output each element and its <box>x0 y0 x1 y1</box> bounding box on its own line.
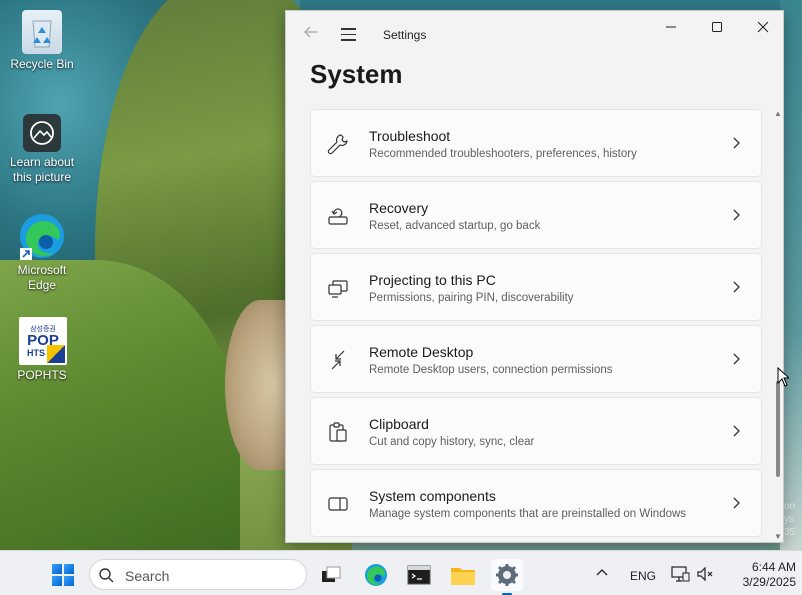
minimize-button[interactable] <box>648 11 694 43</box>
taskbar-file-explorer-button[interactable] <box>447 559 479 591</box>
settings-list: Troubleshoot Recommended troubleshooters… <box>310 109 762 541</box>
chevron-right-icon <box>731 208 741 222</box>
watermark-line: on <box>784 501 796 512</box>
desktop-icon-label: Recycle Bin <box>10 57 74 71</box>
watermark-line: ys <box>784 514 794 525</box>
settings-item-title: Recovery <box>369 200 429 216</box>
volume-muted-icon[interactable] <box>696 565 714 583</box>
edge-icon <box>18 212 66 260</box>
clipboard-icon <box>327 421 349 443</box>
recycle-bin-icon <box>22 10 62 54</box>
remote-desktop-icon <box>327 349 349 371</box>
window-title: Settings <box>383 28 427 42</box>
desktop-icon-recycle-bin[interactable]: Recycle Bin <box>0 10 84 72</box>
pophts-logo-icon: 삼성증권 POP HTS <box>19 317 67 365</box>
settings-item-subtitle: Reset, advanced startup, go back <box>369 220 541 232</box>
chevron-right-icon <box>731 352 741 366</box>
projecting-icon <box>327 277 349 299</box>
settings-item-recovery[interactable]: Recovery Reset, advanced startup, go bac… <box>310 181 762 249</box>
settings-item-title: Troubleshoot <box>369 128 451 144</box>
settings-item-title: Projecting to this PC <box>369 272 496 288</box>
chevron-right-icon <box>731 136 741 150</box>
scrollbar-thumb[interactable] <box>776 381 780 477</box>
chevron-up-icon[interactable] <box>594 565 610 581</box>
settings-item-title: System components <box>369 488 496 504</box>
clock-date: 3/29/2025 <box>742 575 796 589</box>
desktop-icon-microsoft-edge[interactable]: Microsoft Edge <box>0 212 84 293</box>
mouse-cursor-icon <box>777 366 791 392</box>
task-view-button[interactable] <box>315 559 347 591</box>
title-bar[interactable]: Settings <box>286 11 783 57</box>
settings-item-subtitle: Manage system components that are preins… <box>369 508 687 520</box>
wrench-icon <box>327 133 349 155</box>
chevron-right-icon <box>731 280 741 294</box>
settings-window: Settings System Troubleshoot Recommended… <box>285 10 784 543</box>
settings-item-clipboard[interactable]: Clipboard Cut and copy history, sync, cl… <box>310 397 762 465</box>
back-arrow-icon[interactable] <box>300 24 322 46</box>
watermark-text: on ys 35 <box>784 500 802 539</box>
settings-item-subtitle: Recommended troubleshooters, preferences… <box>369 148 637 160</box>
settings-item-troubleshoot[interactable]: Troubleshoot Recommended troubleshooters… <box>310 109 762 177</box>
hamburger-menu-icon[interactable] <box>338 24 360 46</box>
pophts-logo-text: HTS <box>27 348 45 358</box>
close-button[interactable] <box>740 11 783 43</box>
camera-icon <box>23 114 61 152</box>
settings-item-system-components[interactable]: System components Manage system componen… <box>310 469 762 537</box>
maximize-button[interactable] <box>694 11 740 43</box>
desktop-icon-pophts[interactable]: 삼성증권 POP HTS POPHTS <box>0 317 84 383</box>
desktop-icon-learn-about-picture[interactable]: Learn about this picture <box>0 114 84 185</box>
recovery-icon <box>327 205 349 227</box>
settings-item-subtitle: Remote Desktop users, connection permiss… <box>369 364 613 376</box>
taskbar-edge-button[interactable] <box>360 559 392 591</box>
vertical-scrollbar[interactable]: ▲ ▼ <box>773 109 783 541</box>
desktop-icon-label: POPHTS <box>17 368 67 382</box>
system-components-icon <box>327 493 349 515</box>
desktop-icon-label: Microsoft Edge <box>17 263 67 292</box>
start-button[interactable] <box>52 564 74 586</box>
settings-item-subtitle: Permissions, pairing PIN, discoverabilit… <box>369 292 574 304</box>
settings-item-title: Clipboard <box>369 416 429 432</box>
taskbar: Search ENG 6:44 AM 3/29/2025 <box>0 550 802 595</box>
taskbar-settings-button[interactable] <box>491 559 523 595</box>
desktop-icon-label: Learn about this picture <box>9 155 75 184</box>
settings-item-remote-desktop[interactable]: Remote Desktop Remote Desktop users, con… <box>310 325 762 393</box>
scroll-down-arrow-icon[interactable]: ▼ <box>774 532 782 541</box>
clock-time: 6:44 AM <box>751 560 796 574</box>
scroll-up-arrow-icon[interactable]: ▲ <box>774 109 782 118</box>
clock[interactable]: 6:44 AM 3/29/2025 <box>724 560 796 590</box>
chevron-right-icon <box>731 424 741 438</box>
chevron-right-icon <box>731 496 741 510</box>
settings-item-subtitle: Cut and copy history, sync, clear <box>369 436 535 448</box>
search-icon <box>98 567 114 583</box>
network-icon[interactable] <box>670 564 690 584</box>
page-title: System <box>310 59 403 89</box>
search-placeholder: Search <box>125 568 170 584</box>
settings-item-title: Remote Desktop <box>369 344 474 360</box>
taskbar-search-box[interactable]: Search <box>89 559 307 590</box>
language-indicator[interactable]: ENG <box>630 569 656 583</box>
taskbar-terminal-button[interactable] <box>403 559 435 591</box>
settings-item-projecting[interactable]: Projecting to this PC Permissions, pairi… <box>310 253 762 321</box>
watermark-line: 35 <box>784 527 796 538</box>
